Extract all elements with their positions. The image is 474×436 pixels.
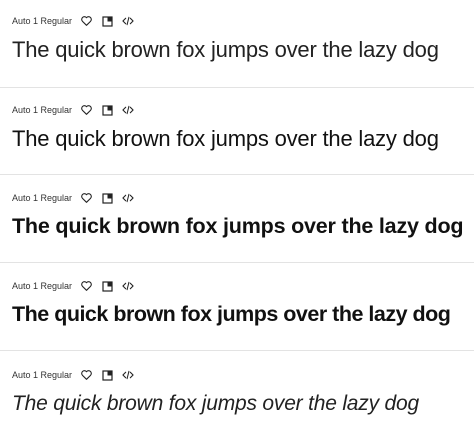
heart-icon[interactable] — [79, 103, 93, 117]
heart-icon[interactable] — [79, 191, 93, 205]
bookmark-icon[interactable] — [100, 191, 114, 205]
font-sample-text: The quick brown fox jumps over the lazy … — [12, 302, 451, 326]
bookmark-icon[interactable] — [100, 279, 114, 293]
row-divider — [0, 350, 474, 351]
code-icon[interactable] — [121, 103, 135, 117]
font-row: Auto 1 Regular The quick brown fox jumps… — [0, 279, 474, 351]
font-row-meta: Auto 1 Regular — [12, 103, 474, 117]
font-name-label[interactable]: Auto 1 Regular — [12, 105, 72, 115]
heart-icon[interactable] — [79, 368, 93, 382]
font-name-label[interactable]: Auto 1 Regular — [12, 370, 72, 380]
font-sample-text: The quick brown fox jumps over the lazy … — [12, 37, 439, 62]
font-row: Auto 1 Regular The quick brown fox jumps… — [0, 14, 474, 88]
font-name-label[interactable]: Auto 1 Regular — [12, 16, 72, 26]
code-icon[interactable] — [121, 368, 135, 382]
font-row: Auto 1 Regular The quick brown fox jumps… — [0, 191, 474, 263]
font-sample-text: The quick brown fox jumps over the lazy … — [12, 126, 439, 151]
font-sample-text: The quick brown fox jumps over the lazy … — [12, 392, 419, 415]
row-divider — [0, 87, 474, 88]
font-row-meta: Auto 1 Regular — [12, 14, 474, 28]
font-row-meta: Auto 1 Regular — [12, 191, 474, 205]
row-divider — [0, 262, 474, 263]
font-row: Auto 1 Regular The quick brown fox jumps… — [0, 368, 474, 415]
font-row: Auto 1 Regular The quick brown fox jumps… — [0, 103, 474, 175]
code-icon[interactable] — [121, 191, 135, 205]
font-name-label[interactable]: Auto 1 Regular — [12, 193, 72, 203]
heart-icon[interactable] — [79, 279, 93, 293]
font-row-meta: Auto 1 Regular — [12, 368, 474, 382]
font-sample-list: Auto 1 Regular The quick brown fox jumps… — [0, 0, 474, 436]
code-icon[interactable] — [121, 279, 135, 293]
font-name-label[interactable]: Auto 1 Regular — [12, 281, 72, 291]
heart-icon[interactable] — [79, 14, 93, 28]
bookmark-icon[interactable] — [100, 14, 114, 28]
bookmark-icon[interactable] — [100, 368, 114, 382]
bookmark-icon[interactable] — [100, 103, 114, 117]
font-row-meta: Auto 1 Regular — [12, 279, 474, 293]
font-sample-text: The quick brown fox jumps over the lazy … — [12, 214, 464, 238]
code-icon[interactable] — [121, 14, 135, 28]
row-divider — [0, 174, 474, 175]
